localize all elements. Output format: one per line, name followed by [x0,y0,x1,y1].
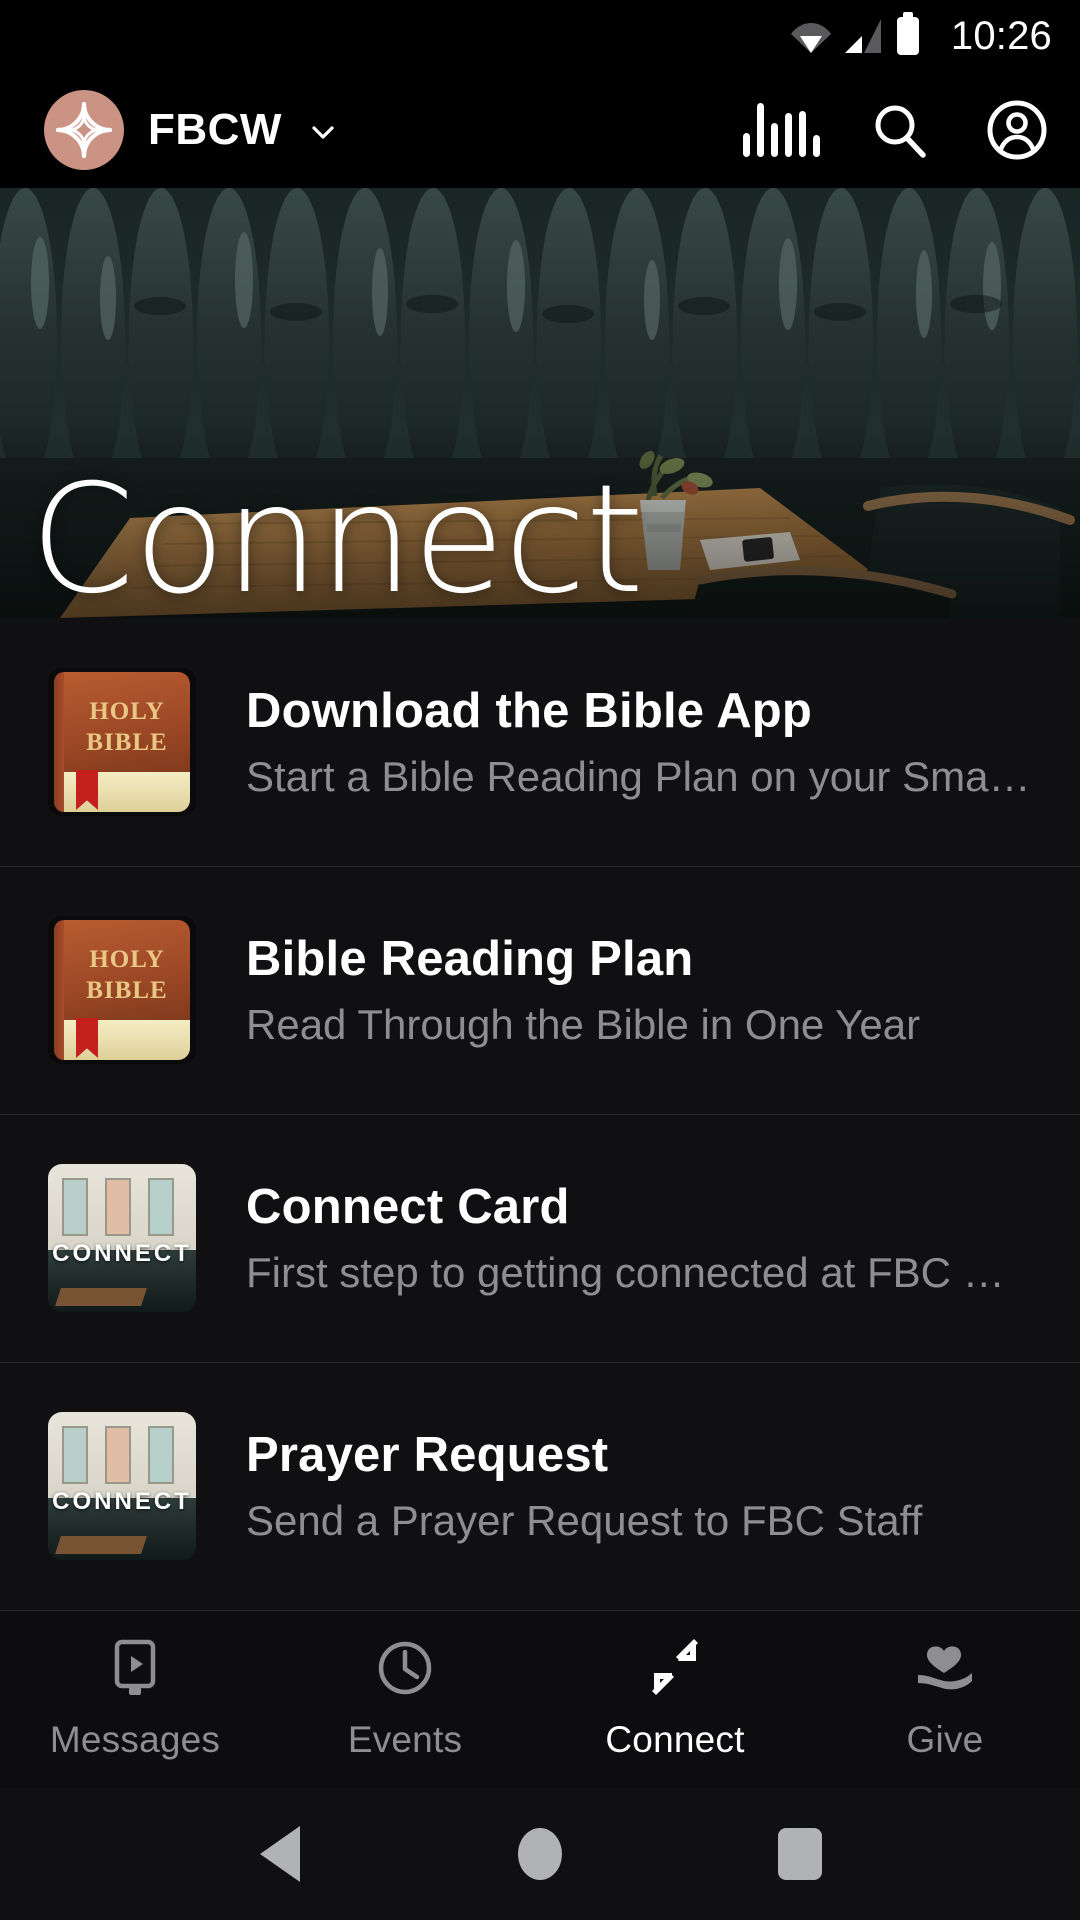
tab-events[interactable]: Events [270,1611,540,1788]
hero-banner[interactable]: Connect [0,188,1080,618]
connect-list: HOLY BIBLE Download the Bible App Start … [0,618,1080,1610]
list-item[interactable]: HOLY BIBLE Bible Reading Plan Read Throu… [0,866,1080,1114]
search-icon[interactable] [868,99,930,161]
audio-waveform-icon[interactable] [742,99,820,161]
tab-give[interactable]: Give [810,1611,1080,1788]
brand-selector[interactable]: FBCW [44,90,336,170]
tab-messages[interactable]: Messages [0,1611,270,1788]
bible-thumb-line2: BIBLE [86,729,168,757]
connect-room-photo: CONNECT [48,1164,196,1312]
bible-thumb-line1: HOLY [89,698,165,725]
status-bar-icons: 10:26 [790,12,1052,59]
connect-room-photo: CONNECT [48,1412,196,1560]
tab-label: Connect [605,1718,745,1760]
app-bar: FBCW [0,72,1080,188]
bible-thumb-line2: BIBLE [86,977,168,1005]
tab-label: Events [347,1718,463,1760]
list-item-title: Connect Card [246,1180,570,1234]
battery-icon [896,12,919,55]
app-bar-actions [742,99,1048,161]
bottom-tab-bar: Messages Events Connect Give [0,1610,1080,1788]
waveform-bars [742,103,820,157]
tab-label: Messages [49,1718,221,1760]
account-circle-icon[interactable] [986,99,1048,161]
app-root: 10:26 FBCW Connect HOLY BIBLE Download t… [0,0,1080,1920]
list-item-text: Connect Card First step to getting conne… [246,1179,1040,1297]
chevron-down-icon [310,120,336,146]
connect-thumb-word: CONNECT [52,1240,192,1267]
list-item[interactable]: HOLY BIBLE Download the Bible App Start … [0,618,1080,866]
list-item-subtitle: Read Through the Bible in One Year [246,1001,921,1048]
cellular-signal-icon [844,19,883,53]
status-bar-clock: 10:26 [950,13,1052,58]
triangle-back-icon[interactable] [248,1822,312,1886]
list-item-subtitle: First step to getting connected at FBC W… [246,1249,1040,1296]
square-recents-icon[interactable] [768,1822,832,1886]
list-item[interactable]: CONNECT Connect Card First step to getti… [0,1114,1080,1362]
list-item-title: Prayer Request [246,1428,609,1482]
list-item-title: Download the Bible App [246,684,813,738]
holy-bible-book-icon: HOLY BIBLE [48,668,196,816]
list-item-subtitle: Send a Prayer Request to FBC Staff [246,1497,923,1544]
video-device-icon [107,1639,163,1697]
list-item-text: Prayer Request Send a Prayer Request to … [246,1427,1040,1545]
converging-arrows-icon [646,1638,704,1697]
list-item-text: Download the Bible App Start a Bible Rea… [246,683,1040,801]
list-item-text: Bible Reading Plan Read Through the Bibl… [246,931,1040,1049]
wifi-icon [790,19,831,53]
tab-label: Give [906,1718,984,1760]
hand-heart-icon [914,1639,976,1697]
brand-name: FBCW [148,105,282,154]
tab-connect[interactable]: Connect [540,1611,810,1788]
circle-home-icon[interactable] [508,1822,572,1886]
fbcw-logo-icon [44,90,124,170]
list-item-title: Bible Reading Plan [246,932,694,986]
list-item[interactable]: CONNECT Prayer Request Send a Prayer Req… [0,1362,1080,1610]
status-bar: 10:26 [0,0,1080,72]
holy-bible-book-icon: HOLY BIBLE [48,916,196,1064]
bible-thumb-line1: HOLY [89,946,165,973]
list-item-subtitle: Start a Bible Reading Plan on your Smart… [246,753,1040,800]
connect-thumb-word: CONNECT [52,1488,192,1515]
hero-title: Connect [30,452,644,618]
android-navigation-bar [0,1788,1080,1920]
clock-icon [376,1639,434,1697]
